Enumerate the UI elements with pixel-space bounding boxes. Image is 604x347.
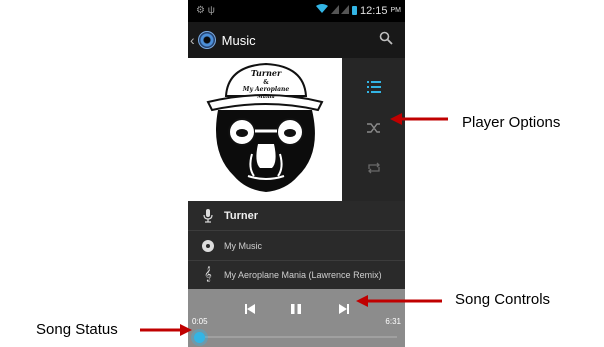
page-title: Music xyxy=(221,32,256,48)
shuffle-icon[interactable] xyxy=(367,121,381,139)
disc-icon xyxy=(200,239,216,252)
player-options-panel xyxy=(342,58,405,201)
battery-icon xyxy=(351,6,357,15)
song-row[interactable]: 𝄞 My Aeroplane Mania (Lawrence Remix) xyxy=(188,260,405,289)
action-bar: ‹ Music xyxy=(188,22,405,58)
player-options-arrow xyxy=(390,113,448,125)
microphone-icon xyxy=(200,208,216,223)
song-status-label: Song Status xyxy=(36,321,118,338)
player-options-label: Player Options xyxy=(462,114,561,131)
album-art-line1: Turner xyxy=(251,68,282,78)
elapsed-time: 0:05 xyxy=(192,317,208,326)
status-bar: ⚙ ψ 12:15 PM xyxy=(188,0,405,22)
seek-thumb[interactable] xyxy=(194,332,205,343)
treble-clef-icon: 𝄞 xyxy=(204,267,212,282)
status-ampm: PM xyxy=(390,7,402,14)
playlist-icon[interactable] xyxy=(367,80,381,98)
album-art-line2: & xyxy=(263,79,269,86)
artist-name: Turner xyxy=(224,209,259,222)
music-app-logo-icon[interactable] xyxy=(197,31,216,49)
song-controls-label: Song Controls xyxy=(455,291,551,308)
signal-icon xyxy=(330,4,349,17)
album-art-line3: My Aeroplane xyxy=(242,86,290,93)
wifi-icon xyxy=(315,4,328,17)
song-title: My Aeroplane Mania (Lawrence Remix) xyxy=(224,269,382,280)
seek-bar[interactable] xyxy=(202,336,397,338)
album-row[interactable]: My Music xyxy=(188,231,405,260)
next-track-icon[interactable] xyxy=(339,301,349,319)
artist-row[interactable]: Turner xyxy=(188,201,405,230)
album-name: My Music xyxy=(224,240,262,251)
album-art: Turner & My Aeroplane Mania xyxy=(188,58,342,201)
search-icon[interactable] xyxy=(379,31,393,50)
song-status-arrow xyxy=(140,324,192,336)
status-time: 12:15 xyxy=(359,4,388,17)
back-chevron-icon[interactable]: ‹ xyxy=(190,32,195,48)
pause-icon[interactable] xyxy=(291,301,301,319)
track-info-panel: Turner My Music 𝄞 My Aeroplane Mania (La… xyxy=(188,201,405,289)
duration-time: 6:31 xyxy=(385,317,401,326)
song-controls-arrow xyxy=(356,295,442,307)
status-notification-icons: ⚙ ψ xyxy=(196,5,215,16)
previous-track-icon[interactable] xyxy=(245,301,255,319)
repeat-icon[interactable] xyxy=(367,161,381,179)
album-art-line4: Mania xyxy=(256,94,275,100)
